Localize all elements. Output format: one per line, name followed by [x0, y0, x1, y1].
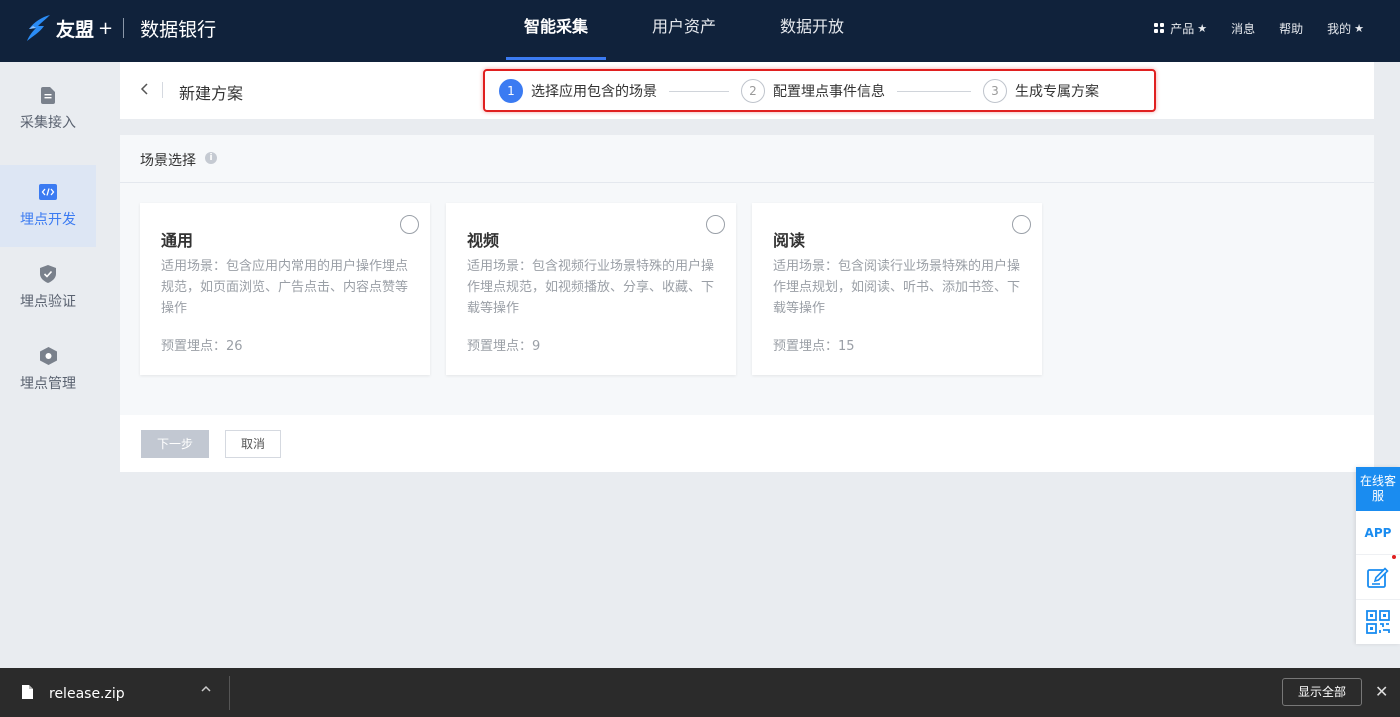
section-header: 场景选择 i [120, 135, 1374, 183]
brand-name: 友盟 [56, 18, 95, 41]
page-title: 新建方案 [179, 84, 244, 103]
show-all-downloads-button[interactable]: 显示全部 [1282, 678, 1362, 706]
step-connector [669, 91, 729, 92]
scene-description: 适用场景：包含阅读行业场景特殊的用户操作埋点规划，如阅读、听书、添加书签、下载等… [773, 259, 1021, 316]
top-bar: 友盟 + 数据银行 智能采集 用户资产 数据开放 产品 ★ 消息 帮助 我的 ★ [0, 0, 1400, 62]
feedback-button[interactable] [1356, 556, 1400, 600]
nav-tab-user-assets[interactable]: 用户资产 [634, 0, 734, 62]
download-divider [229, 676, 230, 710]
download-file-name[interactable]: release.zip [49, 686, 125, 702]
step-number: 2 [741, 79, 765, 103]
scene-preset-count: 预置埋点：15 [773, 339, 855, 354]
step-1: 1 选择应用包含的场景 [499, 79, 657, 103]
info-icon[interactable]: i [205, 152, 217, 164]
products-label: 产品 [1170, 21, 1195, 36]
sidebar-item-tracking-verify[interactable]: 埋点验证 [0, 247, 96, 329]
page-header: 新建方案 1 选择应用包含的场景 2 配置埋点事件信息 3 生成专属方案 [120, 62, 1374, 119]
sidebar-item-tracking-manage[interactable]: 埋点管理 [0, 329, 96, 411]
cancel-button[interactable]: 取消 [225, 430, 281, 458]
edit-icon [1367, 566, 1389, 588]
main-nav: 智能采集 用户资产 数据开放 [506, 0, 862, 62]
scene-description: 适用场景：包含视频行业场景特殊的用户操作埋点规范，如视频播放、分享、收藏、下载等… [467, 259, 715, 316]
grid-icon [1154, 23, 1165, 33]
scene-title: 视频 [467, 231, 500, 250]
shield-check-icon [39, 265, 57, 283]
nav-tab-data-open[interactable]: 数据开放 [762, 0, 862, 62]
file-icon [22, 685, 33, 699]
header-divider [162, 82, 163, 98]
step-label: 选择应用包含的场景 [531, 84, 657, 100]
step-number: 3 [983, 79, 1007, 103]
scene-radio[interactable] [400, 215, 419, 234]
qr-code-button[interactable] [1356, 600, 1400, 644]
product-name: 数据银行 [140, 18, 217, 41]
scene-preset-count: 预置埋点：26 [161, 339, 243, 354]
star-icon: ★ [1197, 21, 1208, 35]
sidebar-item-tracking-dev[interactable]: 埋点开发 [0, 165, 96, 247]
sidebar-item-label: 埋点开发 [20, 212, 76, 228]
hexagon-gear-icon [39, 347, 57, 365]
brand-divider [123, 18, 125, 38]
chevron-up-icon[interactable] [200, 683, 212, 698]
document-icon [39, 86, 57, 104]
scene-radio[interactable] [1012, 215, 1031, 234]
swallow-logo-icon [27, 15, 50, 41]
scene-card-video[interactable]: 视频 适用场景：包含视频行业场景特殊的用户操作埋点规范，如视频播放、分享、收藏、… [446, 203, 736, 375]
qr-code-icon [1366, 610, 1390, 634]
help-link[interactable]: 帮助 [1279, 20, 1303, 37]
app-download-button[interactable]: APP [1356, 511, 1400, 555]
online-support-button[interactable]: 在线客服 [1356, 467, 1400, 511]
sidebar-item-label: 埋点管理 [20, 376, 76, 392]
step-3: 3 生成专属方案 [983, 79, 1099, 103]
step-label: 配置埋点事件信息 [773, 84, 885, 100]
sidebar-item-label: 采集接入 [20, 115, 76, 131]
scene-preset-count: 预置埋点：9 [467, 339, 541, 354]
products-menu[interactable]: 产品 ★ [1154, 20, 1207, 37]
sidebar-item-label: 埋点验证 [20, 294, 76, 310]
sidebar: 采集接入 埋点开发 埋点验证 埋点管理 [0, 62, 96, 668]
step-label: 生成专属方案 [1015, 84, 1099, 100]
download-bar: release.zip 显示全部 ✕ [0, 668, 1400, 717]
brand[interactable]: 友盟 + 数据银行 [24, 12, 216, 44]
scene-card-general[interactable]: 通用 适用场景：包含应用内常用的用户操作埋点规范，如页面浏览、广告点击、内容点赞… [140, 203, 430, 375]
scene-description: 适用场景：包含应用内常用的用户操作埋点规范，如页面浏览、广告点击、内容点赞等操作 [161, 259, 409, 316]
scene-title: 通用 [161, 231, 194, 250]
mine-label: 我的 [1327, 21, 1352, 36]
next-step-button[interactable]: 下一步 [141, 430, 209, 458]
right-nav: 产品 ★ 消息 帮助 我的 ★ [1154, 0, 1364, 56]
code-icon [39, 183, 57, 201]
scene-card-reading[interactable]: 阅读 适用场景：包含阅读行业场景特殊的用户操作埋点规划，如阅读、听书、添加书签、… [752, 203, 1042, 375]
close-icon[interactable]: ✕ [1375, 682, 1388, 702]
messages-link[interactable]: 消息 [1231, 20, 1255, 37]
section-title: 场景选择 [140, 153, 196, 169]
form-footer: 下一步 取消 [120, 415, 1374, 472]
scene-radio[interactable] [706, 215, 725, 234]
step-number: 1 [499, 79, 523, 103]
scene-title: 阅读 [773, 231, 806, 250]
nav-tab-smart-collection[interactable]: 智能采集 [506, 0, 607, 62]
sidebar-item-collection-access[interactable]: 采集接入 [0, 68, 96, 150]
scene-selection-panel: 场景选择 i 通用 适用场景：包含应用内常用的用户操作埋点规范，如页面浏览、广告… [120, 135, 1374, 472]
mine-menu[interactable]: 我的 ★ [1327, 20, 1364, 37]
back-arrow-icon[interactable] [140, 81, 154, 99]
star-icon: ★ [1354, 21, 1364, 35]
step-connector [897, 91, 971, 92]
step-indicator: 1 选择应用包含的场景 2 配置埋点事件信息 3 生成专属方案 [483, 69, 1156, 112]
step-2: 2 配置埋点事件信息 [741, 79, 885, 103]
floating-toolbar: 在线客服 APP [1356, 467, 1400, 644]
brand-plus: + [98, 17, 114, 39]
